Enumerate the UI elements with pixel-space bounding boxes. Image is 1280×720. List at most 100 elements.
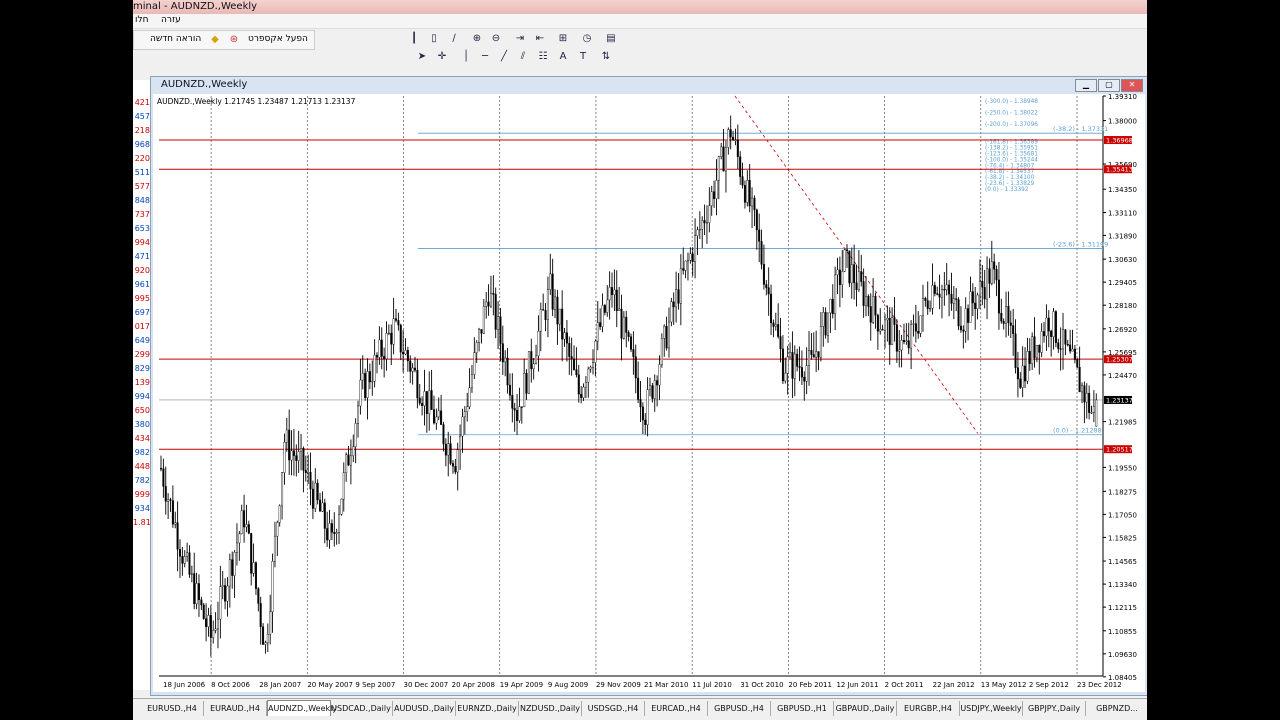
periods-icon[interactable]: ◷ xyxy=(579,31,595,47)
market-watch-price[interactable]: 782 xyxy=(133,476,150,490)
chart-tab[interactable]: GBPNZD... xyxy=(1086,701,1147,716)
y-tick-label: 1.19550 xyxy=(1108,464,1137,472)
market-watch-price[interactable]: 737 xyxy=(133,210,150,224)
market-watch-price[interactable]: 653 xyxy=(133,224,150,238)
chart-tab[interactable]: EURCAD.,H4 xyxy=(645,701,708,716)
market-watch-price[interactable]: 471 xyxy=(133,252,150,266)
candle-body xyxy=(508,384,511,396)
market-watch-price[interactable]: 650 xyxy=(133,406,150,420)
chart-tab[interactable]: GBPUSD.,H4 xyxy=(708,701,771,716)
market-watch-price[interactable]: 829 xyxy=(133,364,150,378)
market-watch-price[interactable]: 299 xyxy=(133,350,150,364)
zoom-out-icon[interactable]: ⊖ xyxy=(488,31,504,47)
candlestick-icon[interactable]: ▯ xyxy=(426,31,442,47)
candle-body xyxy=(793,353,796,379)
chart-tab[interactable]: USDCAD.,Daily xyxy=(330,701,393,716)
market-watch-price[interactable]: 961 xyxy=(133,280,150,294)
market-watch-price[interactable]: 220 xyxy=(133,154,150,168)
market-watch-price[interactable]: 649 xyxy=(133,336,150,350)
cursor-icon[interactable]: ➤ xyxy=(414,49,430,65)
market-watch-price[interactable]: 139 xyxy=(133,378,150,392)
market-watch-price[interactable]: 999 xyxy=(133,490,150,504)
text-icon[interactable]: A xyxy=(555,49,571,65)
candle-body xyxy=(755,209,758,231)
candle-body xyxy=(1035,345,1038,359)
menu-window[interactable]: חלו xyxy=(135,15,148,25)
new-order-button[interactable]: הוראה חדשה xyxy=(150,34,201,44)
maximize-button[interactable]: ▢ xyxy=(1098,79,1120,92)
chart-tab[interactable]: AUDNZD.,Weekly xyxy=(267,700,337,716)
indicators-icon[interactable]: ⊞ xyxy=(555,31,571,47)
candle-body xyxy=(964,308,967,332)
market-watch-price[interactable]: 577 xyxy=(133,182,150,196)
candle-body xyxy=(238,533,241,544)
market-watch-price[interactable]: 848 xyxy=(133,196,150,210)
market-watch-price[interactable]: 995 xyxy=(133,294,150,308)
text-label-icon[interactable]: T xyxy=(575,49,591,65)
market-watch-price[interactable]: 017 xyxy=(133,322,150,336)
crosshair-icon[interactable]: ✛ xyxy=(434,49,450,65)
price-chart[interactable]: AUDNZD.,Weekly 1.21745 1.23487 1.21713 1… xyxy=(153,94,1145,692)
menu-help[interactable]: עזרה xyxy=(161,15,181,25)
candle-body xyxy=(862,281,865,306)
market-watch-price[interactable]: 421 xyxy=(133,98,150,112)
candle-body xyxy=(741,176,744,186)
candle-body xyxy=(373,354,376,382)
chart-tab[interactable]: EURNZD.,Daily xyxy=(456,701,519,716)
market-watch-price[interactable]: 934 xyxy=(133,504,150,518)
candle-body xyxy=(995,269,998,281)
market-watch-price[interactable]: 457 xyxy=(133,112,150,126)
market-watch-price[interactable]: 994 xyxy=(133,392,150,406)
candle-body xyxy=(209,615,212,638)
market-watch-price[interactable]: 920 xyxy=(133,266,150,280)
candle-body xyxy=(857,271,860,291)
chart-tab[interactable]: AUDUSD.,Daily xyxy=(393,701,456,716)
channel-icon[interactable]: ⫽ xyxy=(515,49,531,65)
candle-body xyxy=(1081,385,1084,393)
close-button[interactable]: ✕ xyxy=(1121,79,1143,92)
minimize-button[interactable]: ▁ xyxy=(1075,79,1097,92)
market-watch-price[interactable]: 994 xyxy=(133,238,150,252)
zoom-in-icon[interactable]: ⊕ xyxy=(469,31,485,47)
auto-trading-button[interactable]: הפעל אקספרט xyxy=(248,34,308,44)
candle-body xyxy=(352,446,355,457)
chart-tab[interactable]: GBPAUD.,Daily xyxy=(834,701,897,716)
auto-scroll-icon[interactable]: ⇥ xyxy=(512,31,528,47)
candle-body xyxy=(895,324,898,352)
market-watch-price[interactable]: 697 xyxy=(133,308,150,322)
chart-tab[interactable]: GBPJPY.,Daily xyxy=(1023,701,1086,716)
candle-body xyxy=(1021,365,1024,388)
templates-icon[interactable]: ▤ xyxy=(603,31,619,47)
market-watch-price[interactable]: 968 xyxy=(133,140,150,154)
trendline-icon[interactable]: ╱ xyxy=(496,49,512,65)
chart-shift-icon[interactable]: ⇤ xyxy=(532,31,548,47)
market-watch-price[interactable]: 511 xyxy=(133,168,150,182)
chart-tab[interactable]: EURUSD.,H4 xyxy=(141,701,204,716)
chart-tab[interactable]: EURAUD.,H4 xyxy=(204,701,267,716)
chart-tab[interactable]: NZDUSD.,Daily xyxy=(519,701,582,716)
market-watch-price[interactable]: 434 xyxy=(133,434,150,448)
auto-trading-icon[interactable]: ⊛ xyxy=(227,33,241,47)
candle-body xyxy=(891,317,894,345)
candle-body xyxy=(587,368,590,383)
arrows-icon[interactable]: ⇅ xyxy=(598,49,614,65)
candle-body xyxy=(902,340,905,343)
chart-tab[interactable]: GBPUSD.,H1 xyxy=(771,701,834,716)
chart-tab[interactable]: EURGBP.,H4 xyxy=(897,701,960,716)
chart-tab[interactable]: USDJPY.,Weekly xyxy=(960,701,1023,716)
market-watch-price[interactable]: 448 xyxy=(133,462,150,476)
bar-chart-icon[interactable]: ┃ xyxy=(406,31,422,47)
market-watch-price[interactable]: 218 xyxy=(133,126,150,140)
candle-body xyxy=(817,351,820,358)
fibonacci-icon[interactable]: ☷ xyxy=(535,49,551,65)
chart-tab[interactable]: USDSGD.,H4 xyxy=(582,701,645,716)
market-watch-price[interactable]: 1.81 xyxy=(133,518,151,532)
market-watch-price[interactable]: 380 xyxy=(133,420,150,434)
new-order-icon[interactable]: ◆ xyxy=(208,33,222,47)
candle-body xyxy=(340,498,343,515)
horizontal-line-icon[interactable]: ─ xyxy=(477,49,493,65)
vertical-line-icon[interactable]: │ xyxy=(458,49,474,65)
candle-body xyxy=(705,222,708,224)
market-watch-price[interactable]: 982 xyxy=(133,448,150,462)
line-chart-icon[interactable]: ∕ xyxy=(446,31,462,47)
